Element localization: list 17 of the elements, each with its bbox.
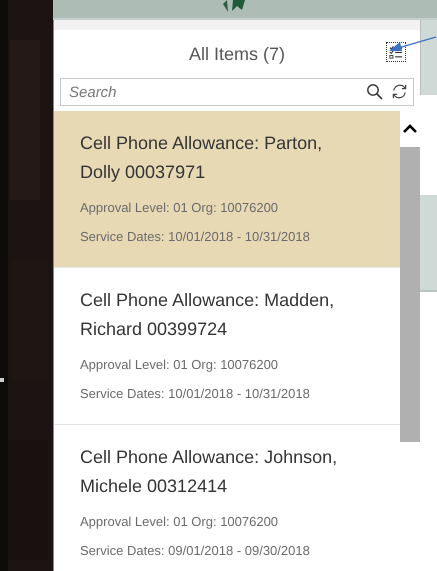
item-dates: Service Dates: 10/01/2018 - 10/31/2018 bbox=[80, 229, 311, 245]
scrollbar-thumb[interactable] bbox=[400, 147, 420, 442]
item-dates: Service Dates: 10/01/2018 - 10/31/2018 bbox=[80, 386, 311, 402]
item-approval: Approval Level: 01 Org: 10076200 bbox=[80, 200, 280, 216]
refresh-icon[interactable] bbox=[391, 83, 408, 100]
scroll-up-icon[interactable] bbox=[403, 124, 417, 134]
item-approval: Approval Level: 01 Org: 10076200 bbox=[80, 514, 280, 530]
item-dates: Service Dates: 09/01/2018 - 09/30/2018 bbox=[80, 543, 311, 559]
checklist-icon bbox=[389, 45, 403, 59]
search-field[interactable]: Search bbox=[60, 78, 414, 106]
search-icon[interactable] bbox=[366, 83, 383, 100]
item-title: Cell Phone Allowance: Johnson, Michele 00312414 bbox=[80, 446, 338, 498]
item-title: Cell Phone Allowance: Madden, Richard 00399724 bbox=[80, 289, 336, 341]
item-title: Cell Phone Allowance: Parton, Dolly 00037971 bbox=[80, 132, 324, 184]
item-approval: Approval Level: 01 Org: 10076200 bbox=[80, 357, 280, 373]
list-item[interactable]: Cell Phone Allowance: Parton, Dolly 00037971 Approval Level: 01 Org: 10076200 Service Dates: 10/01/2018 - 10/31/2018 bbox=[54, 111, 400, 268]
list-title: All Items (7) bbox=[188, 44, 285, 64]
